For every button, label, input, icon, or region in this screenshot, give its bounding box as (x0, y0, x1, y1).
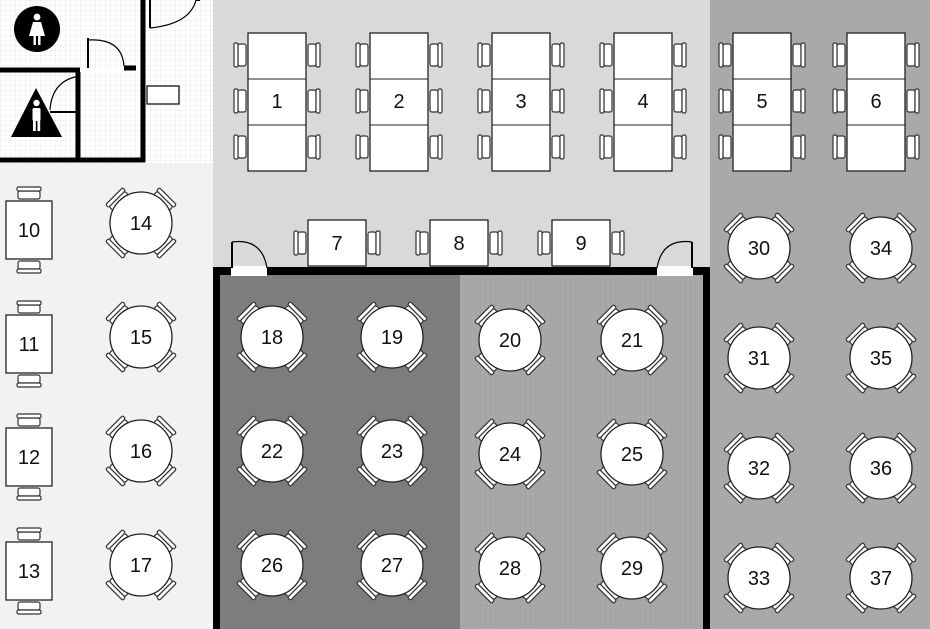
table-number-label: 16 (130, 441, 152, 463)
table-number-label: 7 (331, 233, 342, 255)
table-number-label: 36 (870, 458, 892, 480)
table-20[interactable]: 20 (474, 304, 546, 376)
table-number-label: 30 (748, 238, 770, 260)
table-number-label: 13 (18, 561, 40, 583)
table-number-label: 21 (621, 330, 643, 352)
table-24[interactable]: 24 (474, 418, 546, 490)
table-number-label: 5 (756, 91, 767, 113)
table-18[interactable]: 18 (236, 301, 308, 373)
table-number-label: 34 (870, 238, 892, 260)
table-number-label: 27 (381, 555, 403, 577)
table-number-label: 20 (499, 330, 521, 352)
table-number-label: 6 (870, 91, 881, 113)
table-31[interactable]: 31 (723, 322, 795, 394)
woman-restroom-icon (14, 6, 60, 52)
table-number-label: 2 (393, 91, 404, 113)
table-number-label: 1 (271, 91, 282, 113)
table-number-label: 14 (130, 213, 152, 235)
table-23[interactable]: 23 (356, 415, 428, 487)
table-27[interactable]: 27 (356, 529, 428, 601)
table-number-label: 4 (637, 91, 648, 113)
table-number-label: 18 (261, 327, 283, 349)
table-33[interactable]: 33 (723, 542, 795, 614)
table-21[interactable]: 21 (596, 304, 668, 376)
table-number-label: 33 (748, 568, 770, 590)
table-number-label: 17 (130, 555, 152, 577)
restaurant-floor-plan: 1 2 3 4 5 67 8 9101112131415161718 19 20 2122 23 24 2… (0, 0, 930, 629)
table-16[interactable]: 16 (105, 415, 177, 487)
table-number-label: 26 (261, 555, 283, 577)
table-number-label: 35 (870, 348, 892, 370)
table-number-label: 3 (515, 91, 526, 113)
table-34[interactable]: 34 (845, 212, 917, 284)
table-number-label: 22 (261, 441, 283, 463)
table-15[interactable]: 15 (105, 301, 177, 373)
table-22[interactable]: 22 (236, 415, 308, 487)
table-number-label: 37 (870, 568, 892, 590)
table-32[interactable]: 32 (723, 432, 795, 504)
table-number-label: 9 (575, 233, 586, 255)
table-37[interactable]: 37 (845, 542, 917, 614)
table-number-label: 15 (130, 327, 152, 349)
table-26[interactable]: 26 (236, 529, 308, 601)
table-number-label: 23 (381, 441, 403, 463)
table-35[interactable]: 35 (845, 322, 917, 394)
table-number-label: 25 (621, 444, 643, 466)
table-number-label: 12 (18, 447, 40, 469)
table-number-label: 19 (381, 327, 403, 349)
table-number-label: 31 (748, 348, 770, 370)
table-19[interactable]: 19 (356, 301, 428, 373)
table-36[interactable]: 36 (845, 432, 917, 504)
table-number-label: 29 (621, 558, 643, 580)
table-30[interactable]: 30 (723, 212, 795, 284)
table-17[interactable]: 17 (105, 529, 177, 601)
table-number-label: 28 (499, 558, 521, 580)
table-29[interactable]: 29 (596, 532, 668, 604)
table-number-label: 11 (19, 334, 40, 356)
table-number-label: 24 (499, 444, 521, 466)
table-number-label: 32 (748, 458, 770, 480)
table-28[interactable]: 28 (474, 532, 546, 604)
table-number-label: 8 (453, 233, 464, 255)
table-number-label: 10 (18, 220, 40, 242)
table-14[interactable]: 14 (105, 187, 177, 259)
table-25[interactable]: 25 (596, 418, 668, 490)
